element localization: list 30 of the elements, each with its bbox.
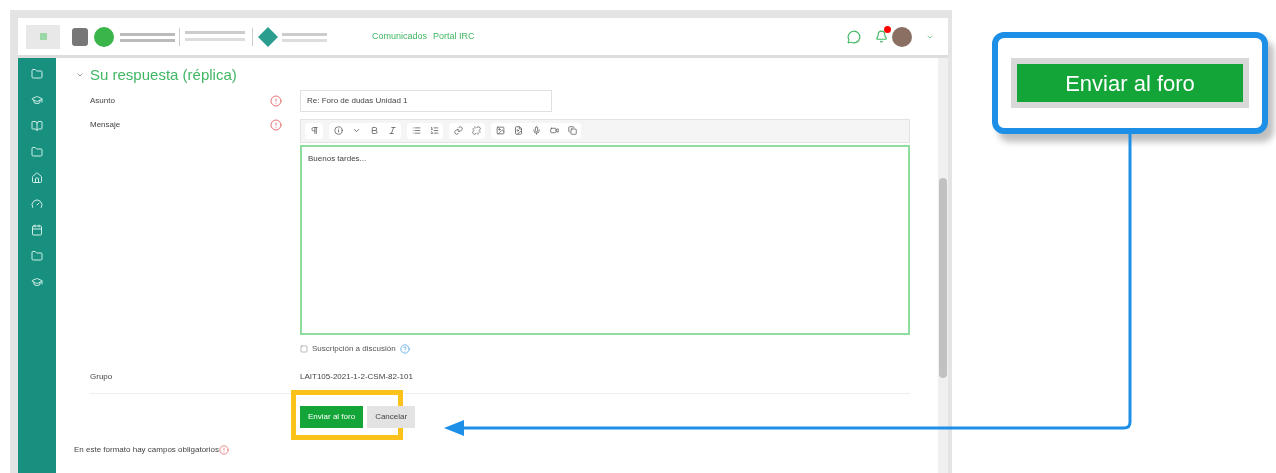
nav-link[interactable]: Portal IRC — [433, 29, 475, 44]
chat-icon[interactable] — [847, 29, 861, 44]
gauge-icon[interactable] — [31, 198, 43, 210]
graduation-cap-icon[interactable] — [31, 276, 43, 288]
notification-icon[interactable] — [875, 30, 888, 43]
field-label: Grupo — [90, 370, 114, 383]
calendar-icon[interactable] — [31, 224, 43, 236]
message-editor[interactable]: Buenos tardes... — [300, 144, 910, 335]
cancel-button[interactable]: Cancelar — [367, 405, 416, 428]
subject-field[interactable]: Re: Foro de dudas Unidad 1 — [300, 89, 552, 112]
submit-button[interactable]: Enviar al foro — [1017, 64, 1243, 102]
folder-icon[interactable] — [31, 68, 43, 80]
nav-link[interactable]: Comunicados — [372, 29, 428, 44]
home-icon[interactable] — [31, 172, 43, 184]
checkbox[interactable] — [300, 344, 308, 353]
required-note: En este formato hay campos obligatorios — [74, 443, 219, 456]
book-icon[interactable] — [31, 120, 43, 132]
menu-icon — [39, 33, 47, 40]
field-label: Asunto — [90, 94, 116, 107]
menu-button[interactable] — [26, 24, 60, 49]
help-icon[interactable] — [399, 343, 410, 354]
group-value: LAIT105-2021-1-2-CSM-82-101 — [300, 370, 413, 383]
folder-icon[interactable] — [31, 250, 43, 262]
folder-icon[interactable] — [31, 146, 43, 158]
checkbox-label: Suscripción a discusión — [312, 342, 396, 355]
submit-button[interactable]: Enviar al foro — [300, 405, 364, 428]
avatar[interactable] — [892, 26, 912, 47]
required-icon — [218, 444, 229, 455]
section-title: Su respuesta (réplica) — [90, 65, 237, 85]
field-label: Mensaje — [90, 118, 122, 131]
